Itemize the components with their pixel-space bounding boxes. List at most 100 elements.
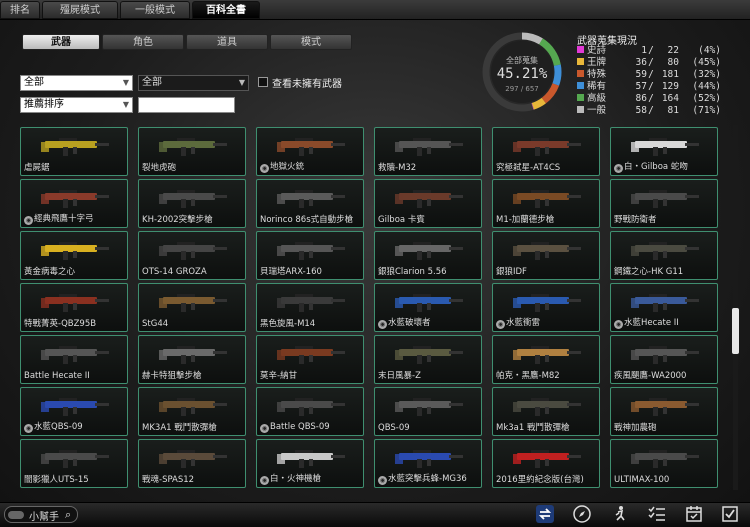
weapon-type-select[interactable]: 全部 ▼ [20, 75, 133, 91]
weapon-card[interactable]: 黑色旋風-M14 [256, 283, 364, 332]
weapon-card[interactable]: OTS-14 GROZA [138, 231, 246, 280]
weapon-image [39, 340, 111, 366]
weapon-name-row: 裂地虎砲 [142, 161, 244, 173]
chevron-down-icon: ▼ [122, 78, 129, 87]
check-box-icon[interactable] [720, 504, 740, 524]
tab-zombie-mode[interactable]: 殭屍模式 [42, 1, 118, 19]
weapon-card[interactable]: ULTIMAX-100 [610, 439, 718, 488]
weapon-card[interactable]: QBS-09 [374, 387, 482, 436]
owned-count: 36 [635, 57, 647, 68]
tab-ranking[interactable]: 排名 [0, 1, 40, 19]
weapon-card[interactable]: ◉ 水藍突擊兵蜂-MG36 [374, 439, 482, 488]
weapon-card[interactable]: 裂地虎砲 [138, 127, 246, 176]
weapon-card[interactable]: 鋼鐵之心-HK G11 [610, 231, 718, 280]
weapon-card[interactable]: 闇影獵人UTS-15 [20, 439, 128, 488]
weapon-name: 末日風暴-Z [378, 371, 421, 381]
weapon-card[interactable]: Gilboa 卡賓 [374, 179, 482, 228]
weapon-card[interactable]: ◉ 地獄火銃 [256, 127, 364, 176]
weapon-card[interactable]: MK3A1 戰鬥散彈槍 [138, 387, 246, 436]
tab-normal-mode[interactable]: 一般模式 [120, 1, 190, 19]
weapon-name-row: 戰魂-SPAS12 [142, 473, 244, 485]
weapon-card[interactable]: 赫卡特狙擊步槍 [138, 335, 246, 384]
sort-select[interactable]: 推薦排序 ▼ [20, 97, 133, 113]
weapon-card[interactable]: 戰神加農砲 [610, 387, 718, 436]
weapon-card[interactable]: ◉ 水藍Hecate II [610, 283, 718, 332]
weapon-card[interactable]: Mk3a1 戰鬥散彈槍 [492, 387, 600, 436]
weapon-card[interactable]: 銀狼IDF [492, 231, 600, 280]
weapon-card[interactable]: ◉ 水藍衝雷 [492, 283, 600, 332]
category-tab-items[interactable]: 道具 [186, 34, 268, 50]
category-tab-characters[interactable]: 角色 [102, 34, 184, 50]
helper-toggle[interactable] [8, 511, 24, 519]
weapon-image [393, 236, 465, 262]
weapon-card[interactable]: Norinco 86s式自動步槍 [256, 179, 364, 228]
weapon-name-row: ◉ 水藍突擊兵蜂-MG36 [378, 472, 480, 485]
weapon-card[interactable]: M1-加蘭德步槍 [492, 179, 600, 228]
weapon-card[interactable]: 救贖-M32 [374, 127, 482, 176]
weapon-image [393, 184, 465, 210]
weapon-image [275, 340, 347, 366]
weapon-card[interactable]: 2016里約紀念版(台灣) [492, 439, 600, 488]
weapon-card[interactable]: ◉ 白・Gilboa 蛇吻 [610, 127, 718, 176]
weapon-card[interactable]: 究極弒星-AT4CS [492, 127, 600, 176]
weapon-card[interactable]: ◉ 經典飛鷹十字弓 [20, 179, 128, 228]
weapon-name-row: 特戰菁英-QBZ95B [24, 317, 126, 329]
show-unowned-checkbox[interactable] [258, 77, 268, 87]
gauge-count: 297 / 657 [505, 85, 539, 93]
helper-widget[interactable]: 小幫手 ⌕ [4, 506, 78, 523]
upgrade-badge-icon: ◉ [260, 424, 269, 433]
weapon-card[interactable]: 疾風颶鷹-WA2000 [610, 335, 718, 384]
upgrade-badge-icon: ◉ [378, 320, 387, 329]
weapon-card[interactable]: Battle Hecate II [20, 335, 128, 384]
weapon-card[interactable]: 莫辛-納甘 [256, 335, 364, 384]
weapon-card[interactable]: 虐屍鋸 [20, 127, 128, 176]
weapon-image [511, 340, 583, 366]
weapon-name-row: 銀狼IDF [496, 265, 598, 277]
category-tab-modes[interactable]: 模式 [270, 34, 352, 50]
weapon-card[interactable]: ◉ Battle QBS-09 [256, 387, 364, 436]
weapon-card[interactable]: ◉ 水藍QBS-09 [20, 387, 128, 436]
weapon-name: ULTIMAX-100 [614, 475, 670, 485]
upgrade-badge-icon: ◉ [24, 216, 33, 225]
weapon-name: 野戰防衛者 [614, 215, 657, 225]
weapon-card[interactable]: 戰魂-SPAS12 [138, 439, 246, 488]
weapon-card[interactable]: 特戰菁英-QBZ95B [20, 283, 128, 332]
weapon-image [39, 236, 111, 262]
search-icon[interactable]: ⌕ [65, 508, 71, 522]
weapon-card[interactable]: ◉ 水藍破壞者 [374, 283, 482, 332]
weapon-name: 裂地虎砲 [142, 163, 177, 173]
percent: (45%) [692, 57, 721, 68]
weapon-card[interactable]: 貝瑞塔ARX-160 [256, 231, 364, 280]
weapon-image [393, 340, 465, 366]
scrollbar-thumb[interactable] [732, 308, 739, 354]
category-tab-weapons[interactable]: 武器 [22, 34, 100, 50]
search-input[interactable] [138, 97, 235, 113]
weapon-card[interactable]: 帕克・黑鷹-M82 [492, 335, 600, 384]
refresh-icon[interactable] [535, 504, 555, 524]
weapon-name: StG44 [142, 319, 169, 329]
upgrade-badge-icon: ◉ [260, 476, 269, 485]
weapon-card[interactable]: 銀狼Clarion 5.56 [374, 231, 482, 280]
compass-icon[interactable] [572, 504, 592, 524]
weapon-image [511, 444, 583, 470]
weapon-name-row: MK3A1 戰鬥散彈槍 [142, 421, 244, 433]
weapon-subtype-select[interactable]: 全部 ▼ [138, 75, 249, 91]
rarity-color-swatch [577, 70, 584, 77]
separator: / [648, 105, 654, 116]
tab-encyclopedia[interactable]: 百科全書 [192, 1, 260, 19]
run-icon[interactable] [610, 504, 630, 524]
weapon-card[interactable]: 末日風暴-Z [374, 335, 482, 384]
owned-count: 86 [635, 93, 647, 104]
upgrade-badge-icon: ◉ [614, 320, 623, 329]
weapon-card[interactable]: 黃金病毒之心 [20, 231, 128, 280]
weapon-card[interactable]: KH-2002突擊步槍 [138, 179, 246, 228]
weapon-image [157, 444, 229, 470]
checklist-icon[interactable] [647, 504, 667, 524]
weapon-card[interactable]: ◉ 白・火神機槍 [256, 439, 364, 488]
weapon-name: 莫辛-納甘 [260, 371, 298, 381]
weapon-name: Norinco 86s式自動步槍 [260, 215, 354, 225]
weapon-name-row: 虐屍鋸 [24, 161, 126, 173]
weapon-card[interactable]: StG44 [138, 283, 246, 332]
calendar-icon[interactable] [684, 504, 704, 524]
weapon-card[interactable]: 野戰防衛者 [610, 179, 718, 228]
